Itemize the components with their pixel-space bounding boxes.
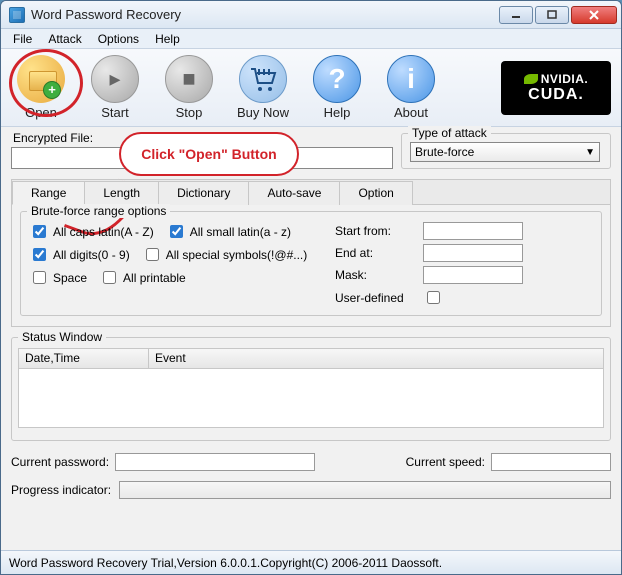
chk-symbols-label: All special symbols(!@#...): [166, 248, 308, 262]
user-defined-chk[interactable]: [427, 291, 440, 304]
stop-label: Stop: [176, 105, 203, 120]
attack-selected: Brute-force: [415, 145, 474, 159]
menu-help[interactable]: Help: [147, 30, 188, 48]
about-label: About: [394, 105, 428, 120]
current-password-label: Current password:: [11, 455, 109, 469]
nvidia-cuda-badge: NVIDIA. CUDA.: [501, 61, 611, 115]
folder-plus-icon: [17, 55, 65, 103]
col-event[interactable]: Event: [149, 349, 603, 368]
help-icon: ?: [313, 55, 361, 103]
attack-type-combo[interactable]: Brute-force ▼: [410, 142, 600, 162]
window-title: Word Password Recovery: [31, 7, 499, 22]
tab-autosave[interactable]: Auto-save: [248, 181, 340, 205]
end-at-input[interactable]: [423, 244, 523, 262]
help-button[interactable]: ? Help: [307, 55, 367, 120]
menu-attack[interactable]: Attack: [40, 30, 89, 48]
tab-dictionary[interactable]: Dictionary: [158, 181, 249, 205]
attack-type-group: Type of attack Brute-force ▼: [401, 133, 611, 169]
chk-printable[interactable]: [103, 271, 116, 284]
tab-option[interactable]: Option: [339, 181, 412, 205]
stop-button[interactable]: ■ Stop: [159, 55, 219, 120]
range-fieldset: Brute-force range options All caps latin…: [20, 211, 602, 316]
start-button[interactable]: ▸ Start: [85, 55, 145, 120]
start-from-input[interactable]: [423, 222, 523, 240]
about-button[interactable]: i About: [381, 55, 441, 120]
app-icon: [9, 7, 25, 23]
statusbar-text: Word Password Recovery Trial,Version 6.0…: [9, 556, 442, 570]
status-legend: Status Window: [18, 330, 106, 344]
tabs-panel: Range Length Dictionary Auto-save Option…: [11, 179, 611, 327]
menu-options[interactable]: Options: [90, 30, 147, 48]
info-icon: i: [387, 55, 435, 103]
encrypted-file-input[interactable]: [11, 147, 393, 169]
chk-printable-label: All printable: [123, 271, 186, 285]
maximize-button[interactable]: [535, 6, 569, 24]
chk-caps-label: All caps latin(A - Z): [53, 225, 154, 239]
status-window-group: Status Window Date,Time Event: [11, 337, 611, 441]
progress-label: Progress indicator:: [11, 483, 111, 497]
nvidia-text: NVIDIA.: [541, 72, 589, 86]
menubar: File Attack Options Help: [1, 29, 621, 49]
tab-length[interactable]: Length: [84, 181, 159, 205]
tab-range[interactable]: Range: [12, 181, 85, 205]
client-area: Click "Open" Button Encrypted File: Type…: [1, 127, 621, 550]
chk-small-label: All small latin(a - z): [190, 225, 291, 239]
encrypted-file-label: Encrypted File:: [13, 131, 393, 145]
open-label: Open: [25, 105, 57, 120]
chk-caps[interactable]: [33, 225, 46, 238]
toolbar: Open ▸ Start ■ Stop Buy Now ? Help i Abo…: [1, 49, 621, 127]
tab-strip: Range Length Dictionary Auto-save Option: [12, 180, 610, 205]
window: Word Password Recovery File Attack Optio…: [0, 0, 622, 575]
window-controls: [499, 6, 617, 24]
current-speed-field: [491, 453, 611, 471]
chk-space[interactable]: [33, 271, 46, 284]
cuda-text: CUDA.: [528, 86, 584, 104]
start-from-label: Start from:: [335, 224, 417, 238]
end-at-label: End at:: [335, 246, 417, 260]
chk-digits-label: All digits(0 - 9): [53, 248, 130, 262]
menu-file[interactable]: File: [5, 30, 40, 48]
play-icon: ▸: [91, 55, 139, 103]
progress-bar: [119, 481, 611, 499]
range-legend: Brute-force range options: [27, 204, 170, 218]
current-speed-label: Current speed:: [406, 455, 485, 469]
status-grid[interactable]: Date,Time Event: [18, 348, 604, 428]
chk-small[interactable]: [170, 225, 183, 238]
attack-legend: Type of attack: [408, 126, 491, 140]
statusbar: Word Password Recovery Trial,Version 6.0…: [1, 550, 621, 574]
chevron-down-icon: ▼: [585, 147, 595, 158]
open-button[interactable]: Open: [11, 55, 71, 120]
chk-symbols[interactable]: [146, 248, 159, 261]
buy-button[interactable]: Buy Now: [233, 55, 293, 120]
nvidia-eye-icon: [524, 74, 538, 84]
cart-icon: [239, 55, 287, 103]
start-label: Start: [101, 105, 128, 120]
chk-digits[interactable]: [33, 248, 46, 261]
minimize-button[interactable]: [499, 6, 533, 24]
col-datetime[interactable]: Date,Time: [19, 349, 149, 368]
current-password-field: [115, 453, 315, 471]
mask-label: Mask:: [335, 268, 417, 282]
close-button[interactable]: [571, 6, 617, 24]
titlebar: Word Password Recovery: [1, 1, 621, 29]
chk-space-label: Space: [53, 271, 87, 285]
help-label: Help: [324, 105, 351, 120]
buy-label: Buy Now: [237, 105, 289, 120]
user-defined-label: User-defined: [335, 291, 417, 305]
stop-icon: ■: [165, 55, 213, 103]
mask-input[interactable]: [423, 266, 523, 284]
